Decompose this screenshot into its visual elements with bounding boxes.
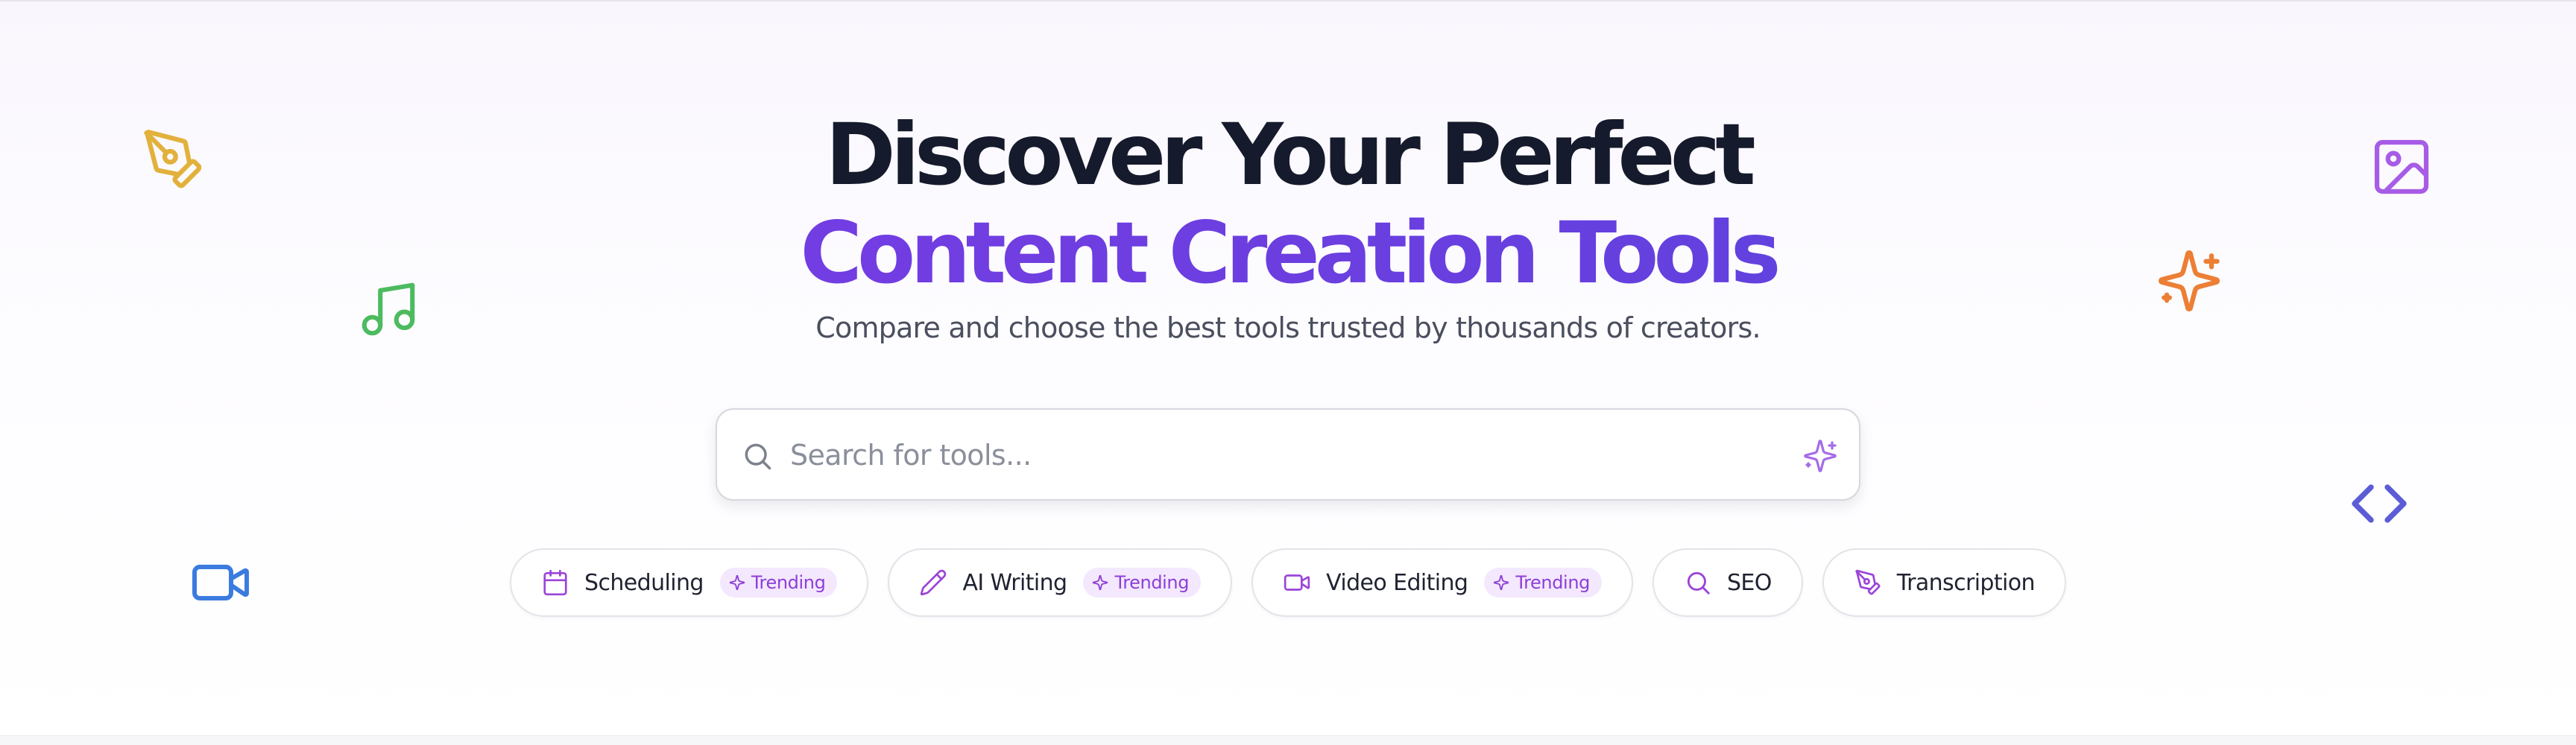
chip-label: Transcription bbox=[1896, 569, 2036, 596]
sparkles-icon bbox=[729, 574, 745, 591]
hero-header: Discover Your Perfect Content Creation T… bbox=[0, 105, 2576, 345]
code-icon bbox=[2352, 484, 2407, 523]
chip-label: Video Editing bbox=[1326, 569, 1468, 596]
pen-tool-icon bbox=[1855, 569, 1881, 595]
calendar-icon bbox=[543, 569, 567, 596]
hero-page: Discover Your Perfect Content Creation T… bbox=[0, 0, 2576, 745]
search-icon bbox=[745, 443, 771, 470]
chip-label: SEO bbox=[1726, 569, 1772, 596]
trending-badge: Trending bbox=[719, 568, 838, 597]
tool-search-bar[interactable] bbox=[716, 408, 1860, 501]
chip-video-editing[interactable]: Video Editing Trending bbox=[1251, 548, 1633, 617]
badge-label: Trending bbox=[1114, 572, 1190, 593]
video-icon bbox=[1284, 574, 1310, 591]
chip-ai-writing[interactable]: AI Writing Trending bbox=[888, 548, 1233, 617]
search-icon bbox=[1687, 571, 1710, 595]
ai-sparkles-icon[interactable] bbox=[1802, 438, 1838, 474]
category-chips: Scheduling Trending AI Writing Trending bbox=[0, 548, 2576, 617]
sparkles-icon bbox=[1494, 574, 1509, 591]
chip-transcription[interactable]: Transcription bbox=[1822, 548, 2066, 617]
section-divider bbox=[0, 735, 2576, 745]
badge-label: Trending bbox=[751, 572, 826, 593]
chip-seo[interactable]: SEO bbox=[1652, 548, 1803, 617]
badge-label: Trending bbox=[1515, 572, 1590, 593]
trending-badge: Trending bbox=[1484, 568, 1602, 597]
hero-title-line2: Content Creation Tools bbox=[0, 204, 2576, 302]
pencil-icon bbox=[921, 569, 947, 596]
hero-title-line1: Discover Your Perfect bbox=[825, 105, 1756, 204]
hero-subtitle: Compare and choose the best tools truste… bbox=[815, 311, 1761, 344]
chip-scheduling[interactable]: Scheduling Trending bbox=[510, 548, 869, 617]
chip-label: AI Writing bbox=[962, 569, 1067, 596]
sparkles-icon bbox=[1093, 574, 1108, 591]
trending-badge: Trending bbox=[1083, 568, 1202, 597]
search-input[interactable] bbox=[789, 428, 1761, 483]
chip-label: Scheduling bbox=[584, 569, 704, 596]
